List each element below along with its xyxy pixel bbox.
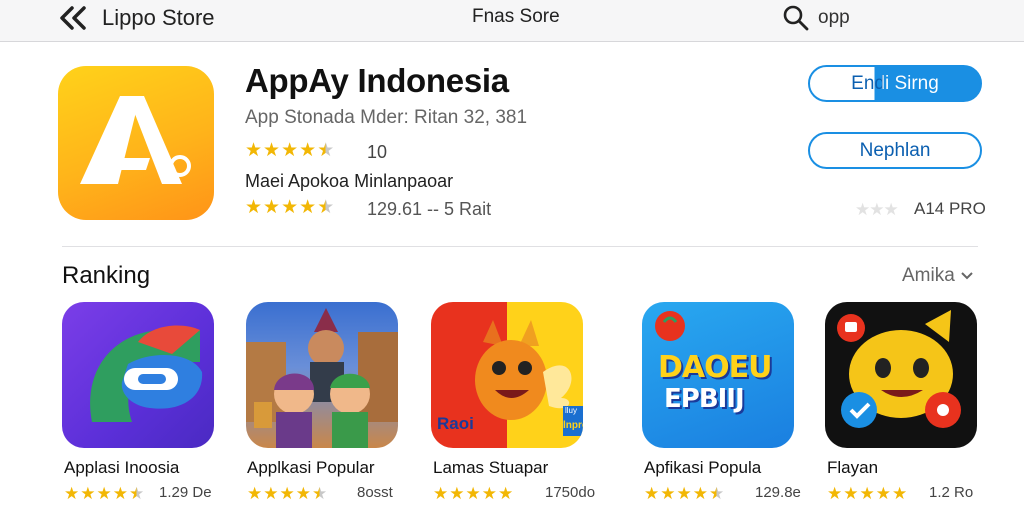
star-icon: ★ [129, 484, 145, 503]
star-icon: ★ [449, 484, 465, 503]
star-icon: ★ [692, 484, 708, 503]
ranking-app-name-1[interactable]: Applasi Inoosia [64, 458, 179, 478]
top-navigation-bar: Lippo Store Fnas Sore opp [0, 0, 1024, 42]
age-rating-badge: A14 PRO [914, 199, 986, 218]
star-icon: ★ [859, 484, 875, 503]
ranking-app-count-3: 1750do [545, 484, 596, 501]
star-icon: ★ [299, 140, 317, 161]
star-icon: ★ [281, 197, 299, 218]
ranking-app-count-2: 8osst [357, 484, 393, 501]
star-icon: ★ [247, 484, 263, 503]
star-icon: ★ [644, 484, 660, 503]
back-chevron-icon[interactable] [56, 4, 96, 32]
page-title: Fnas Sore [472, 6, 560, 27]
faint-stars-decoration: ★★★ [855, 200, 899, 219]
star-icon: ★ [498, 484, 514, 503]
tile3-sign-top: lluy [565, 406, 578, 415]
app-secondary-rating-stars: ★ ★ ★ ★ ★ [245, 198, 334, 218]
ranking-app-stars-4: ★ ★ ★ ★ ★ [644, 484, 724, 504]
app-title: AppAy Indonesia [245, 62, 509, 99]
star-icon: ★ [263, 140, 281, 161]
app-logo-icon [80, 96, 191, 184]
app-secondary-rating-text: 129.61 -- 5 Rait [367, 199, 492, 219]
app-rating-count: 10 [367, 142, 388, 162]
app-description: Maei Apokoa Minlanpaoar [245, 171, 454, 191]
primary-action-label: Endi Sirng [851, 72, 939, 94]
star-icon: ★ [676, 484, 692, 503]
ranking-app-count-5: 1.2 Ro [929, 484, 974, 501]
emoji-face-icon [837, 310, 961, 428]
star-icon: ★ [80, 484, 96, 503]
swirl-logo-icon [90, 325, 203, 422]
star-icon: ★ [245, 197, 263, 218]
ranking-app-count-4: 129.8e [755, 484, 801, 501]
star-icon: ★ [112, 484, 128, 503]
star-icon: ★ [299, 197, 317, 218]
star-icon: ★ [317, 197, 335, 218]
tile3-sign-bottom: lnpre [563, 420, 583, 431]
star-icon: ★ [96, 484, 112, 503]
secondary-action-button[interactable]: Nephlan [808, 132, 982, 169]
search-query-text[interactable]: opp [818, 7, 850, 29]
star-icon: ★ [64, 484, 80, 503]
star-icon: ★ [317, 140, 335, 161]
star-icon: ★ [843, 484, 859, 503]
star-icon: ★ [279, 484, 295, 503]
star-icon: ★ [295, 484, 311, 503]
ranking-app-count-1: 1.29 De [159, 484, 212, 501]
ranking-app-name-3[interactable]: Lamas Stuapar [433, 458, 548, 478]
app-subtitle: App Stonada Mder: Ritan 32, 381 [245, 107, 528, 128]
see-all-label: Amika [902, 265, 955, 286]
store-title: Lippo Store [102, 5, 215, 30]
star-icon: ★ [465, 484, 481, 503]
see-all-link[interactable]: Amika [902, 265, 973, 287]
ranking-app-name-4[interactable]: Apfikasi Popula [644, 458, 761, 478]
tile4-line2: EPBIIJ [664, 384, 745, 414]
ranking-app-name-2[interactable]: Applkasi Popular [247, 458, 375, 478]
ranking-app-stars-1: ★ ★ ★ ★ ★ [64, 484, 144, 504]
star-icon: ★ [281, 140, 299, 161]
star-icon: ★ [263, 197, 281, 218]
tile4-line1: DAOEU [658, 350, 772, 385]
tile3-left-text: Raoi [437, 414, 474, 433]
section-divider [62, 246, 978, 247]
ranking-app-stars-2: ★ ★ ★ ★ ★ [247, 484, 327, 504]
ranking-app-stars-3: ★ ★ ★ ★ ★ [433, 484, 513, 504]
game-characters-icon [246, 308, 398, 448]
star-icon: ★ [433, 484, 449, 503]
star-icon: ★ [481, 484, 497, 503]
star-icon: ★ [892, 484, 908, 503]
chevron-down-icon [961, 272, 973, 280]
ranking-app-stars-5: ★ ★ ★ ★ ★ [827, 484, 907, 504]
search-icon[interactable] [782, 4, 810, 32]
ranking-app-icon-1[interactable] [62, 302, 214, 448]
primary-action-button[interactable]: Endi Sirng [808, 65, 982, 102]
app-rating-stars: ★ ★ ★ ★ ★ [245, 141, 334, 161]
ranking-app-icon-5[interactable] [825, 302, 977, 448]
star-icon: ★ [245, 140, 263, 161]
star-icon: ★ [875, 484, 891, 503]
star-icon: ★ [827, 484, 843, 503]
ranking-app-icon-3[interactable]: Raoi lluy lnpre [431, 302, 583, 448]
star-icon: ★ [709, 484, 725, 503]
star-icon: ★ [312, 484, 328, 503]
ranking-app-icon-2[interactable] [246, 302, 398, 448]
star-icon: ★ [660, 484, 676, 503]
app-icon[interactable] [58, 66, 214, 220]
ranking-app-icon-4[interactable]: DAOEU EPBIIJ [642, 302, 794, 448]
ranking-app-name-5[interactable]: Flayan [827, 458, 878, 478]
star-icon: ★ [263, 484, 279, 503]
ranking-section-title: Ranking [62, 262, 151, 289]
